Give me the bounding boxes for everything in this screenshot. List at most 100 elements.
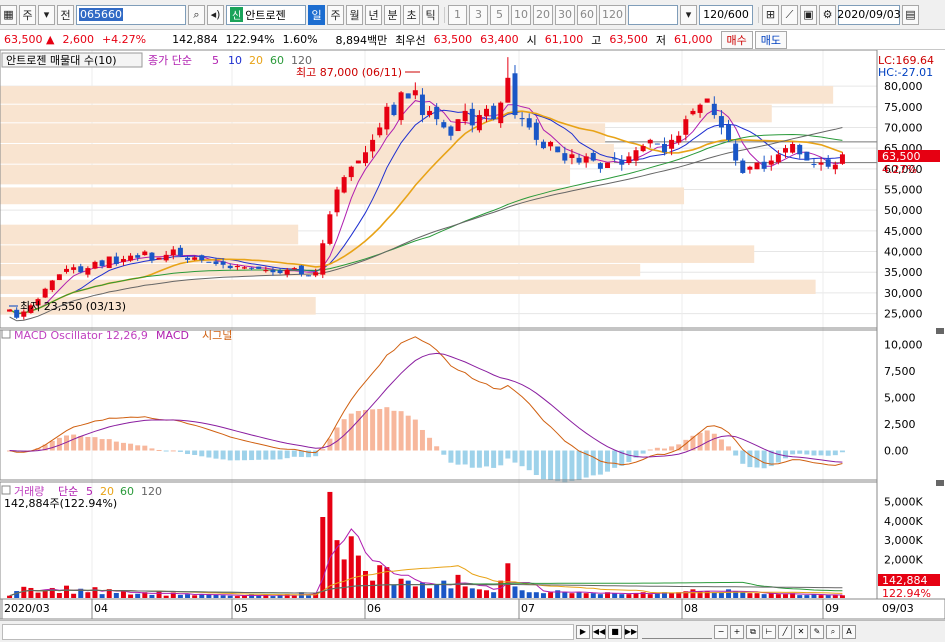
gear-icon[interactable]: ⚙ bbox=[819, 4, 836, 25]
count-input[interactable]: 120/600 bbox=[699, 4, 753, 25]
time-label: 06 bbox=[367, 602, 381, 615]
mode-select[interactable]: 주 bbox=[19, 4, 36, 25]
volume-bar bbox=[612, 593, 618, 598]
period-2[interactable]: 월 bbox=[346, 4, 363, 25]
buy-button[interactable]: 매수 bbox=[720, 30, 753, 49]
macd-tick: 7,500 bbox=[884, 365, 916, 378]
macd-panel-icon[interactable] bbox=[1, 329, 11, 339]
osc-bar bbox=[277, 450, 283, 460]
time-label: 07 bbox=[521, 602, 535, 615]
candle-body bbox=[605, 162, 611, 168]
trend-icon[interactable]: ⟋ bbox=[781, 4, 798, 25]
interval-buttons: 1 3 5 10 20 30 60 120 bbox=[448, 4, 628, 25]
interval-3[interactable]: 3 bbox=[469, 4, 488, 25]
volume-bar bbox=[213, 594, 219, 598]
legend-ma5: 5 bbox=[212, 54, 219, 67]
volume-bar bbox=[548, 592, 554, 598]
period-5[interactable]: 초 bbox=[403, 4, 420, 25]
volume-bar bbox=[64, 585, 69, 598]
interval-10[interactable]: 10 bbox=[511, 4, 531, 25]
date-input[interactable]: 2020/09/03 bbox=[837, 4, 901, 25]
interval-20[interactable]: 20 bbox=[533, 4, 553, 25]
panel-collapse-icon[interactable] bbox=[936, 328, 944, 334]
chart-tools-icon[interactable]: ⊞ bbox=[762, 4, 779, 25]
volume-bar bbox=[163, 595, 169, 598]
zoom-slider[interactable] bbox=[642, 625, 712, 639]
volume-bar bbox=[526, 592, 532, 598]
volume-bar bbox=[28, 587, 34, 598]
osc-bar bbox=[548, 450, 554, 480]
period-4[interactable]: 분 bbox=[384, 4, 401, 25]
price-axis: 80,00075,00070,00065,00060,00055,00050,0… bbox=[884, 80, 923, 321]
candle-body bbox=[661, 144, 667, 153]
stock-chart[interactable]: 안트로젠 매물대 수(10) 종가 단순 5 10 20 60 120 LC:1… bbox=[0, 50, 945, 620]
osc-bar bbox=[441, 450, 447, 455]
osc-bar bbox=[106, 439, 112, 451]
line-tool-icon[interactable]: ╱ bbox=[778, 624, 792, 639]
volume-bar bbox=[434, 584, 440, 598]
price-legend: 안트로젠 매물대 수(10) 종가 단순 5 10 20 60 120 bbox=[1, 52, 312, 68]
volume-bar bbox=[832, 595, 838, 598]
zoom-in-icon[interactable]: + bbox=[730, 624, 744, 639]
osc-bar bbox=[249, 450, 255, 461]
interval-5[interactable]: 5 bbox=[490, 4, 509, 25]
osc-bar bbox=[790, 450, 796, 455]
fast-forward-icon[interactable]: ▶▶ bbox=[624, 624, 638, 639]
price-tick: 70,000 bbox=[884, 121, 923, 134]
volume-bar bbox=[747, 593, 753, 598]
stop-icon[interactable]: ■ bbox=[608, 624, 622, 639]
period-0[interactable]: 일 bbox=[308, 4, 325, 25]
hc-label: HC:-27.01 bbox=[878, 66, 933, 79]
volume-bar bbox=[768, 593, 774, 598]
stock-name-field[interactable]: 신 안트로젠 bbox=[226, 4, 306, 25]
volume-panel-icon[interactable] bbox=[1, 485, 11, 495]
mode-dropdown-icon[interactable]: ▾ bbox=[38, 4, 55, 25]
text-tool-icon[interactable]: A bbox=[842, 624, 856, 639]
search-icon[interactable]: ⌕ bbox=[188, 4, 205, 25]
cross-tool-icon[interactable]: ✕ bbox=[794, 624, 808, 639]
calendar-icon[interactable]: ▤ bbox=[902, 4, 919, 25]
candle-body bbox=[56, 274, 62, 281]
chart-scrollbar[interactable] bbox=[2, 623, 574, 640]
ruler-icon[interactable]: ⊢ bbox=[762, 624, 776, 639]
volume-bar bbox=[291, 595, 297, 598]
interval-60[interactable]: 60 bbox=[577, 4, 597, 25]
osc-bar bbox=[78, 436, 84, 451]
candle-body bbox=[669, 139, 675, 149]
jeon-button[interactable]: 전 bbox=[57, 4, 74, 25]
current-price-tag-text: 63,500 bbox=[882, 150, 921, 163]
menu-grid-icon[interactable]: ▦ bbox=[0, 4, 17, 25]
candle-body bbox=[434, 106, 440, 120]
current-pct-tag-text: 4.27% bbox=[882, 163, 917, 176]
osc-bar bbox=[241, 450, 247, 461]
candle-body bbox=[156, 257, 162, 260]
speaker-icon[interactable]: ◂) bbox=[207, 4, 224, 25]
rewind-icon[interactable]: ◀◀ bbox=[592, 624, 606, 639]
interval-120[interactable]: 120 bbox=[599, 4, 626, 25]
candle-body bbox=[263, 270, 269, 272]
panel-frame bbox=[0, 481, 878, 600]
osc-bar bbox=[398, 411, 404, 451]
draw-tool-icon[interactable]: ✎ bbox=[810, 624, 824, 639]
panel-collapse-icon[interactable] bbox=[936, 480, 944, 486]
candle-body bbox=[562, 153, 568, 161]
interval-30[interactable]: 30 bbox=[555, 4, 575, 25]
volume-bar bbox=[99, 594, 105, 598]
candle-body bbox=[476, 115, 482, 131]
period-3[interactable]: 년 bbox=[365, 4, 382, 25]
scroll-right-icon[interactable]: ▶ bbox=[576, 624, 590, 639]
stock-code-input[interactable]: 065660 bbox=[76, 4, 186, 25]
restore-icon[interactable]: ⧉ bbox=[746, 624, 760, 639]
period-1[interactable]: 주 bbox=[327, 4, 344, 25]
interval-1[interactable]: 1 bbox=[448, 4, 467, 25]
interval-dropdown-icon[interactable]: ▾ bbox=[680, 4, 697, 25]
magnify-icon[interactable]: ⌕ bbox=[826, 624, 840, 639]
osc-bar bbox=[526, 450, 532, 471]
osc-bar bbox=[512, 450, 518, 463]
save-icon[interactable]: ▣ bbox=[800, 4, 817, 25]
sell-button[interactable]: 매도 bbox=[754, 30, 788, 49]
zoom-out-icon[interactable]: − bbox=[714, 624, 728, 639]
period-6[interactable]: 틱 bbox=[422, 4, 439, 25]
candle-body bbox=[825, 159, 831, 167]
interval-input[interactable] bbox=[628, 4, 678, 25]
